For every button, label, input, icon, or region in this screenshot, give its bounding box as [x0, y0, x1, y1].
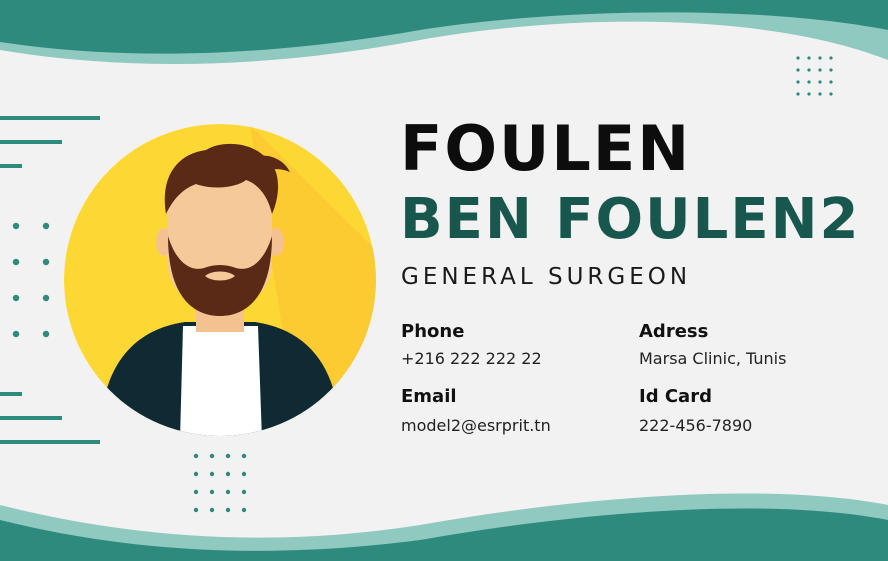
first-name: FOULEN — [400, 112, 692, 185]
decor-dots-bottom — [193, 453, 247, 513]
phone-label: Phone — [401, 321, 465, 342]
job-title: GENERAL SURGEON — [401, 264, 692, 290]
address-label: Adress — [639, 321, 709, 342]
phone-value: +216 222 222 22 — [401, 349, 542, 368]
id-card-value: 222-456-7890 — [639, 416, 753, 435]
email-value: model2@esrprit.tn — [401, 416, 551, 435]
decor-lines-top — [0, 116, 100, 168]
decor-dots-left — [12, 222, 50, 338]
last-name: BEN FOULEN2 — [400, 187, 861, 252]
id-card-label: Id Card — [639, 386, 712, 407]
decor-lines-bottom — [0, 392, 100, 444]
email-label: Email — [401, 386, 457, 407]
address-value: Marsa Clinic, Tunis — [639, 349, 787, 368]
bearded-man-avatar-icon — [64, 124, 376, 436]
business-card: FOULEN BEN FOULEN2 GENERAL SURGEON Phone… — [0, 0, 888, 561]
decor-dots-top-right — [796, 56, 833, 96]
